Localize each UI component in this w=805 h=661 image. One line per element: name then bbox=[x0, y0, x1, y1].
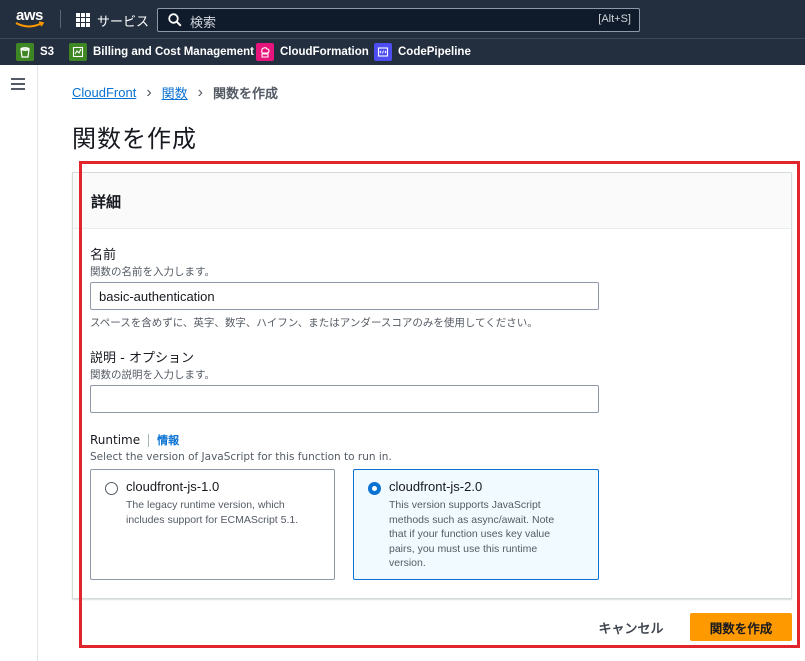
runtime-radio-js-2-0[interactable] bbox=[368, 482, 381, 495]
name-field-constraint: スペースを含めずに、英字、数字、ハイフン、またはアンダースコアのみを使用してくだ… bbox=[90, 317, 538, 329]
breadcrumb-link-functions[interactable]: 関数 bbox=[162, 83, 188, 102]
function-description-input[interactable] bbox=[90, 385, 599, 413]
chevron-right-icon: › bbox=[197, 84, 203, 101]
aws-logo[interactable]: aws bbox=[14, 5, 48, 31]
top-navigation: aws サービス 検索 [Alt+S] bbox=[0, 0, 805, 38]
runtime-option-js-2-0[interactable]: cloudfront-js-2.0 This version supports … bbox=[353, 469, 599, 580]
panel-header: 詳細 bbox=[73, 173, 791, 229]
name-field-description: 関数の名前を入力します。 bbox=[90, 266, 215, 278]
favorite-s3[interactable]: S3 bbox=[16, 42, 54, 62]
runtime-label: Runtime bbox=[90, 433, 141, 447]
description-field-description: 関数の説明を入力します。 bbox=[90, 369, 215, 381]
search-placeholder: 検索 bbox=[190, 16, 217, 31]
runtime-option-title: cloudfront-js-1.0 bbox=[126, 479, 220, 494]
cancel-button[interactable]: キャンセル bbox=[592, 613, 670, 641]
favorite-billing[interactable]: Billing and Cost Management bbox=[69, 42, 254, 62]
runtime-option-description: This version supports JavaScript methods… bbox=[389, 499, 555, 569]
runtime-description: Select the version of JavaScript for thi… bbox=[90, 451, 392, 463]
services-label: サービス bbox=[97, 14, 150, 30]
cloudformation-icon bbox=[256, 43, 274, 61]
nav-divider bbox=[60, 10, 61, 28]
favorite-label: Billing and Cost Management bbox=[93, 46, 255, 58]
favorite-label: CodePipeline bbox=[398, 46, 471, 58]
favorites-bar: S3 Billing and Cost Management CloudForm… bbox=[0, 38, 805, 65]
function-name-input[interactable] bbox=[90, 282, 599, 310]
runtime-option-description: The legacy runtime version, which includ… bbox=[126, 499, 299, 526]
menu-hamburger-icon[interactable] bbox=[11, 78, 25, 93]
billing-icon bbox=[69, 43, 87, 61]
favorite-cloudformation[interactable]: CloudFormation bbox=[256, 42, 369, 62]
breadcrumb-link-cloudfront[interactable]: CloudFront bbox=[72, 85, 136, 100]
aws-smile-icon bbox=[15, 21, 45, 28]
search-input[interactable]: 検索 [Alt+S] bbox=[157, 8, 640, 32]
create-function-button[interactable]: 関数を作成 bbox=[690, 613, 792, 641]
name-field-label: 名前 bbox=[90, 248, 117, 263]
runtime-divider bbox=[148, 433, 150, 447]
runtime-option-js-1-0[interactable]: cloudfront-js-1.0 The legacy runtime ver… bbox=[90, 469, 335, 580]
runtime-option-title: cloudfront-js-2.0 bbox=[389, 479, 483, 494]
description-field-label: 説明 - オプション bbox=[90, 351, 194, 366]
favorite-label: S3 bbox=[40, 46, 55, 58]
panel-title: 詳細 bbox=[91, 193, 122, 211]
search-icon bbox=[168, 13, 182, 27]
search-shortcut-hint: [Alt+S] bbox=[598, 13, 631, 25]
s3-icon bbox=[16, 43, 34, 61]
side-navigation-rail bbox=[0, 65, 38, 661]
services-menu-button[interactable]: サービス bbox=[76, 10, 149, 30]
runtime-header: Runtime 情報 bbox=[90, 432, 179, 448]
services-grid-icon bbox=[76, 13, 90, 27]
breadcrumb-current: 関数を作成 bbox=[212, 86, 278, 101]
runtime-radio-js-1-0[interactable] bbox=[105, 482, 118, 495]
page-title: 関数を作成 bbox=[72, 125, 197, 153]
codepipeline-icon bbox=[374, 43, 392, 61]
favorite-codepipeline[interactable]: CodePipeline bbox=[374, 42, 471, 62]
runtime-info-link[interactable]: 情報 bbox=[157, 432, 179, 448]
chevron-right-icon: › bbox=[146, 84, 152, 101]
breadcrumb: CloudFront › 関数 › 関数を作成 bbox=[72, 83, 278, 102]
favorite-label: CloudFormation bbox=[280, 46, 369, 58]
